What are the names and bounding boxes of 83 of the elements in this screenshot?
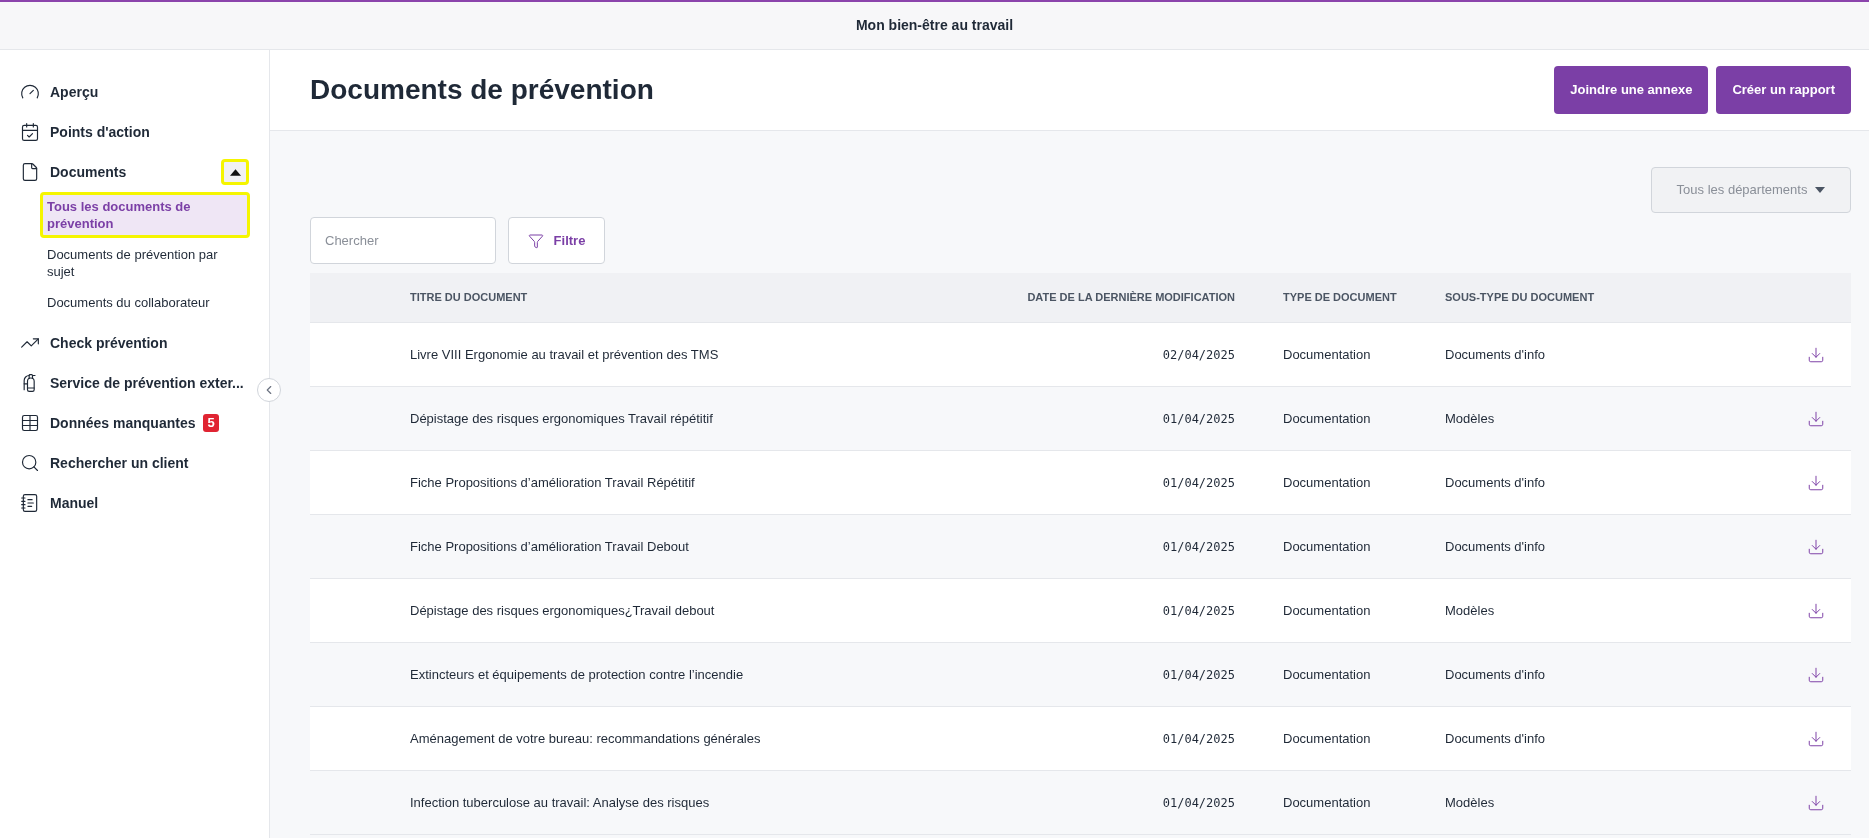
sidebar-subitem[interactable]: Tous les documents de prévention (40, 192, 250, 238)
caret-icon (229, 168, 241, 176)
column-header: DATE DE LA DERNIÈRE MODIFICATION (1027, 290, 1235, 306)
download-button[interactable] (1807, 409, 1825, 428)
download-button[interactable] (1807, 793, 1825, 812)
download-icon (1807, 793, 1825, 812)
table-cell-text: Documents d'info (1445, 665, 1547, 684)
table-cell-text: Extincteurs et équipements de protection contre l’incendie (410, 665, 745, 684)
app-title: Mon bien-être au travail (855, 16, 1014, 35)
sidebar-item[interactable]: Check prévention (20, 332, 168, 354)
table-cell-text: 01/04/2025 (1162, 410, 1235, 428)
filter-icon (527, 232, 544, 249)
download-button[interactable] (1807, 345, 1825, 364)
table-cell-text: Documents d'info (1445, 473, 1547, 492)
download-button[interactable] (1807, 665, 1825, 684)
action-button[interactable]: Joindre une annexe (1554, 66, 1709, 114)
sidebar-item[interactable]: Service de prévention exter... (20, 372, 244, 394)
table-row[interactable]: Livre VIII Ergonomie au travail et prévention des TMS 02/04/2025 Documentation Documents d'info (310, 323, 1851, 387)
download-icon (1807, 409, 1825, 428)
action-button[interactable]: Créer un rapport (1716, 66, 1851, 114)
download-button[interactable] (1807, 537, 1825, 556)
sidebar-subitem[interactable]: Documents du collaborateur (40, 288, 250, 317)
table-cell-text: Dépistage des risques ergonomiques Travail répétitif (410, 409, 714, 428)
table-icon (20, 413, 40, 433)
table-cell-text: Documentation (1282, 345, 1372, 364)
sidebar-item[interactable]: Rechercher un client (20, 452, 189, 474)
table-row[interactable]: Aménagement de votre bureau: recommandations générales 01/04/2025 Documentation Documents d'info (310, 707, 1851, 771)
table-row[interactable]: Dépistage des risques ergonomiques¿Travail debout 01/04/2025 Documentation Modèles (310, 579, 1851, 643)
table-cell-text: Dépistage des risques ergonomiques¿Travail debout (410, 601, 716, 620)
table-cell-text: Fiche Propositions d’amélioration Travail Debout (410, 537, 690, 556)
sidebar-item[interactable]: Documents (20, 161, 127, 183)
table-cell-text: Aménagement de votre bureau: recommandations générales (410, 729, 762, 748)
table-cell-text: Modèles (1445, 409, 1496, 428)
table-cell-text: Documentation (1282, 729, 1372, 748)
table-cell-text: 02/04/2025 (1162, 346, 1235, 364)
table-cell-text: Documentation (1282, 409, 1372, 428)
download-icon (1807, 601, 1825, 620)
sidebar-item[interactable]: Points d'action (20, 121, 150, 143)
table-cell-text: Documents d'info (1445, 537, 1547, 556)
table-cell-text: 01/04/2025 (1162, 730, 1235, 748)
table-cell-text: Documentation (1282, 601, 1372, 620)
calendar-check-icon (20, 122, 40, 142)
search-field[interactable]: Chercher (310, 217, 496, 264)
column-header: SOUS-TYPE DU DOCUMENT (1445, 290, 1596, 306)
download-icon (1807, 345, 1825, 364)
table-cell-text: Documentation (1282, 793, 1372, 812)
download-icon (1807, 537, 1825, 556)
table-cell-text: 01/04/2025 (1162, 474, 1235, 492)
download-icon (1807, 473, 1825, 492)
table-cell-text: 01/04/2025 (1162, 538, 1235, 556)
collapse-sidebar-button[interactable] (257, 378, 281, 402)
download-button[interactable] (1807, 601, 1825, 620)
page-title: Documents de prévention (310, 73, 654, 107)
table-cell-text: Modèles (1445, 793, 1496, 812)
table-cell-text: 01/04/2025 (1162, 602, 1235, 620)
column-header: TYPE DE DOCUMENT (1282, 290, 1398, 306)
table-cell-text: Infection tuberculose au travail: Analyse des risques (410, 793, 711, 812)
table-cell-text: Documentation (1282, 473, 1372, 492)
table-cell-text: Documents d'info (1445, 345, 1547, 364)
table-row[interactable]: Fiche Propositions d’amélioration Travail Répétitif 01/04/2025 Documentation Documents d'info (310, 451, 1851, 515)
download-button[interactable] (1807, 729, 1825, 748)
table-cell-text: Documentation (1282, 665, 1372, 684)
table-cell-text: 01/04/2025 (1162, 666, 1235, 684)
sidebar-item[interactable]: Données manquantes (20, 412, 196, 434)
download-icon (1807, 665, 1825, 684)
table-cell-text: Documents d'info (1445, 729, 1547, 748)
notebook-icon (20, 493, 40, 513)
sidebar-subitem[interactable]: Documents de prévention par sujet (40, 240, 250, 286)
collapse-toggle[interactable] (221, 159, 249, 185)
count-badge: 5 (203, 414, 219, 432)
download-icon (1807, 729, 1825, 748)
table-cell-text: Modèles (1445, 601, 1496, 620)
sidebar-item[interactable]: Aperçu (20, 81, 99, 103)
table-cell-text: 01/04/2025 (1162, 794, 1235, 812)
filter-button[interactable]: Filtre (508, 217, 605, 264)
sidebar-item[interactable]: Manuel (20, 492, 99, 514)
table-cell-text: Livre VIII Ergonomie au travail et prévention des TMS (410, 345, 720, 364)
table-cell-text: Documentation (1282, 537, 1372, 556)
file-icon (20, 162, 40, 182)
download-button[interactable] (1807, 473, 1825, 492)
search-icon (20, 453, 40, 473)
caret-down-icon (1815, 187, 1826, 193)
table-cell-text: Fiche Propositions d’amélioration Travail Répétitif (410, 473, 696, 492)
